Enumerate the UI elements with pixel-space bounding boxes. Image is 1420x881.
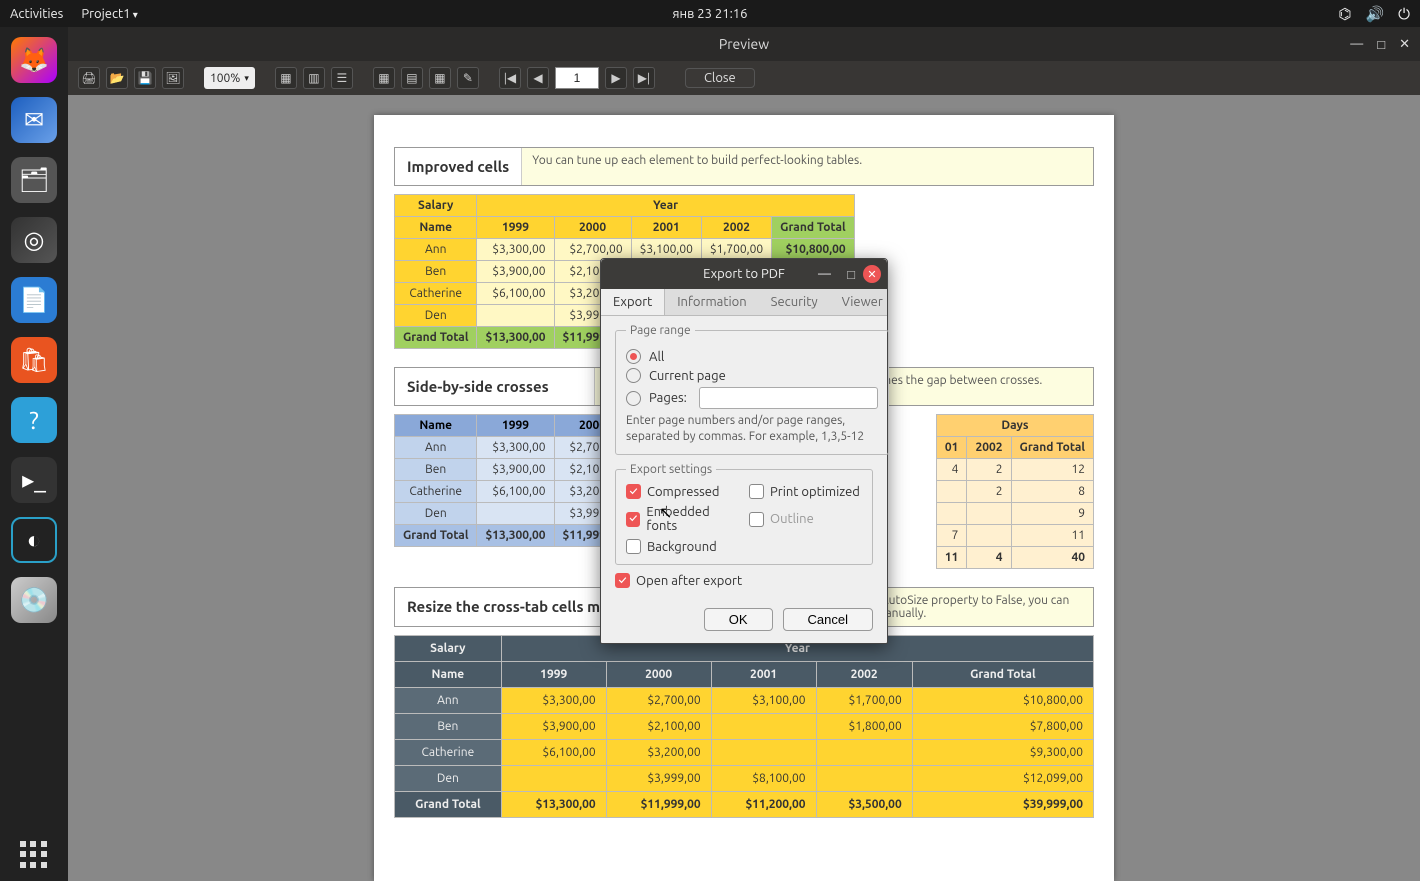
tab-export[interactable]: Export [601,289,665,315]
chk-outline-label: Outline [770,512,814,526]
chk-printopt[interactable] [749,484,764,499]
cancel-button[interactable]: Cancel [783,608,873,631]
tab-viewer[interactable]: Viewer [830,289,895,315]
export-settings-group: Export settings Compressed Print optimiz… [615,463,873,565]
dialog-overlay: Export to PDF — □ ✕ Export Information S… [0,0,1420,881]
chk-compressed-label: Compressed [647,485,720,499]
chk-embedded[interactable] [626,512,640,527]
chk-open-after[interactable] [615,573,630,588]
tab-security[interactable]: Security [759,289,830,315]
export-pdf-dialog: Export to PDF — □ ✕ Export Information S… [600,258,888,644]
radio-pages[interactable] [626,391,641,406]
dialog-titlebar: Export to PDF — □ ✕ [601,259,887,289]
chk-printopt-label: Print optimized [770,485,860,499]
dialog-tabs: Export Information Security Viewer [601,289,887,316]
dialog-title: Export to PDF [703,267,785,281]
chk-background[interactable] [626,539,641,554]
radio-all[interactable] [626,349,641,364]
chk-open-after-label: Open after export [636,574,742,588]
radio-pages-label: Pages: [649,391,687,405]
chk-compressed[interactable] [626,484,641,499]
page-range-hint: Enter page numbers and/or page ranges, s… [626,413,878,444]
ok-button[interactable]: OK [704,608,773,631]
radio-current-label: Current page [649,369,726,383]
page-range-group: Page range All Current page Pages: Enter… [615,324,889,455]
dialog-minimize-icon[interactable]: — [818,267,831,281]
dialog-maximize-icon[interactable]: □ [847,267,855,282]
page-range-legend: Page range [626,324,695,337]
radio-all-label: All [649,350,664,364]
radio-current[interactable] [626,368,641,383]
chk-background-label: Background [647,540,717,554]
tab-information[interactable]: Information [665,289,758,315]
chk-embedded-label: Embedded fonts [646,505,739,533]
export-settings-legend: Export settings [626,463,716,476]
chk-outline[interactable] [749,512,764,527]
dialog-close-icon[interactable]: ✕ [863,265,881,283]
pages-input[interactable] [699,387,878,409]
